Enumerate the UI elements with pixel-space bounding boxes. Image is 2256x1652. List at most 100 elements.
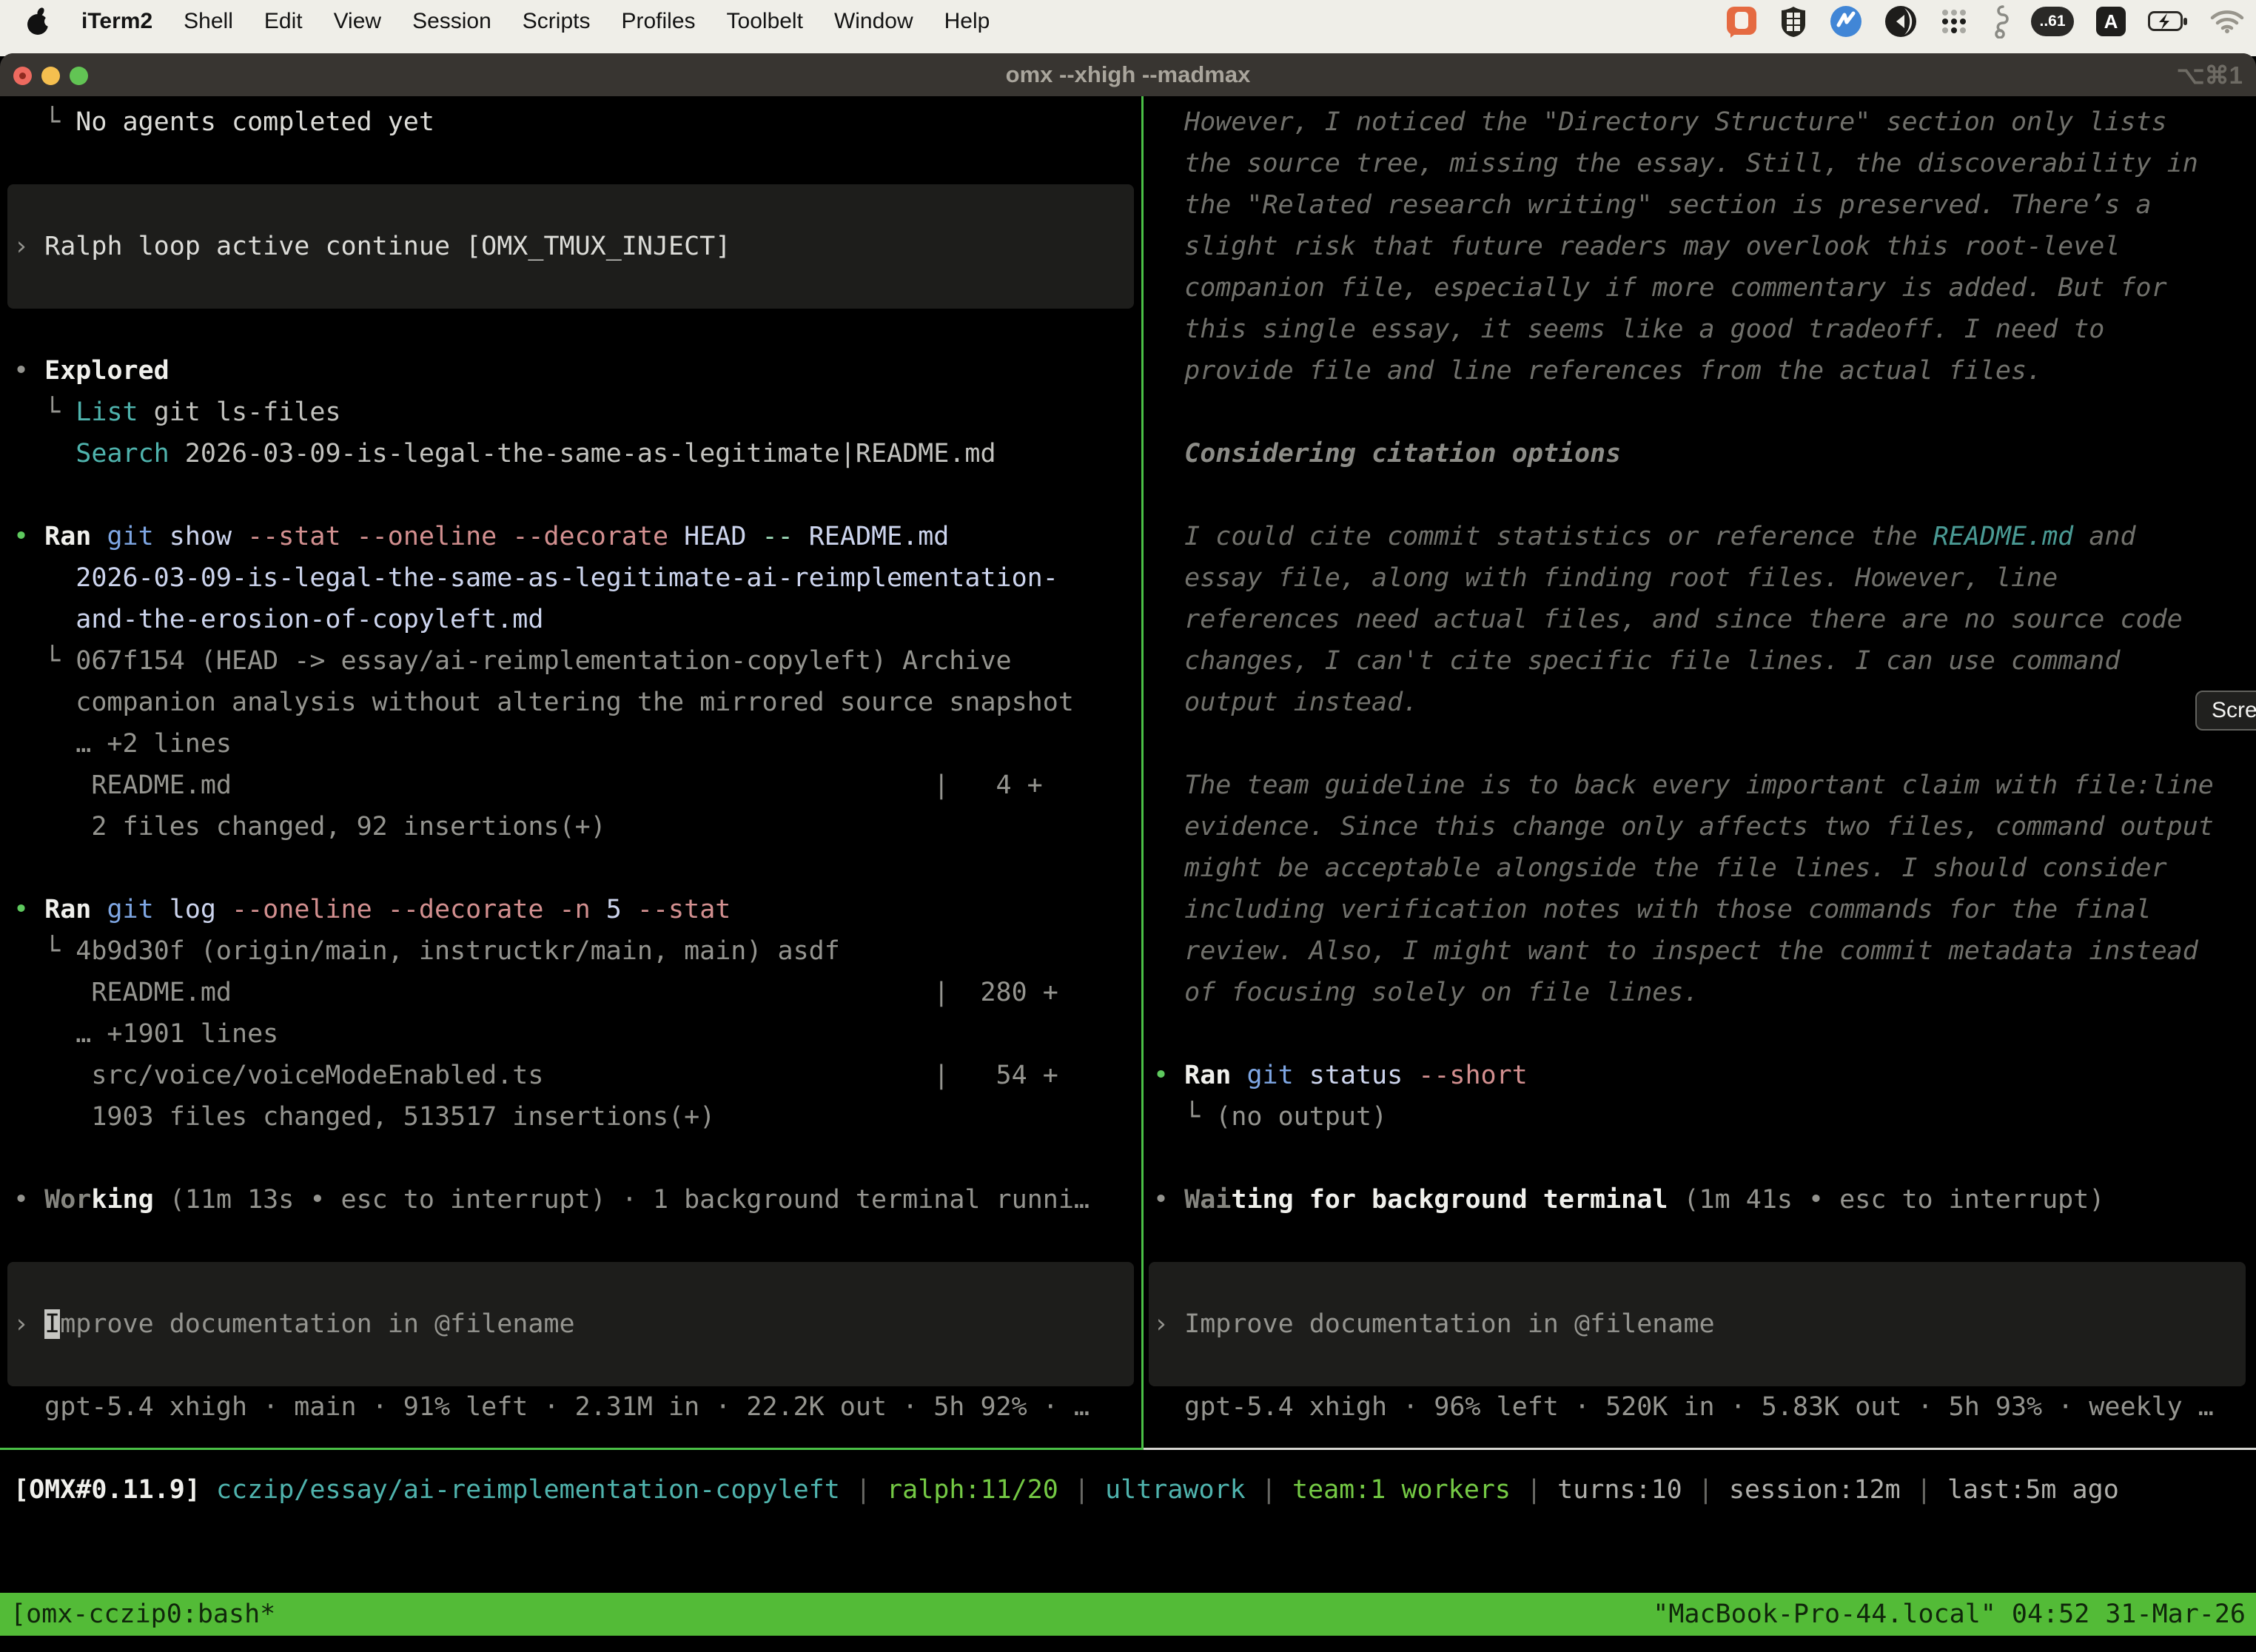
terminal-line: • Ran git show --stat --oneline --decora… (13, 516, 1138, 557)
terminal-line: the source tree, missing the essay. Stil… (1153, 143, 2255, 184)
terminal-line: references need actual files, and since … (1153, 599, 2255, 640)
terminal-line: … +1901 lines (13, 1013, 1138, 1055)
terminal-line: Search 2026-03-09-is-legal-the-same-as-l… (13, 433, 1138, 474)
terminal-line: and-the-erosion-of-copyleft.md (13, 599, 1138, 640)
left-pane-border (0, 1448, 1141, 1450)
terminal-line (13, 309, 1138, 350)
terminal-line: • Waiting for background terminal (1m 41… (1153, 1179, 2255, 1220)
terminal-line (1153, 1138, 2255, 1179)
terminal-line: evidence. Since this change only affects… (1153, 806, 2255, 847)
dots-grid-icon[interactable] (1939, 7, 1969, 36)
menu-item-shell[interactable]: Shell (184, 9, 233, 34)
menu-item-session[interactable]: Session (412, 9, 491, 34)
tmux-host-clock: "MacBook-Pro-44.local" 04:52 31-Mar-26 (1653, 1599, 2246, 1629)
window-title: omx --xhigh --madmax (0, 53, 2256, 96)
terminal-line (1153, 723, 2255, 765)
apple-menu-icon[interactable] (25, 7, 50, 36)
terminal-line: • Ran git log --oneline --decorate -n 5 … (13, 889, 1138, 930)
menu-item-profiles[interactable]: Profiles (621, 9, 695, 34)
terminal-line (13, 1345, 1138, 1386)
terminal-line: src/voice/voiceModeEnabled.ts | 54 + (13, 1055, 1138, 1096)
menu-item-help[interactable]: Help (944, 9, 990, 34)
terminal-line: › Ralph loop active continue [OMX_TMUX_I… (13, 226, 1138, 267)
terminal-line (13, 1138, 1138, 1179)
terminal-line (13, 474, 1138, 516)
terminal-line: companion file, especially if more comme… (1153, 267, 2255, 309)
terminal-line (13, 1220, 1138, 1262)
terminal-line: essay file, along with finding root file… (1153, 557, 2255, 599)
terminal-line (13, 184, 1138, 226)
terminal-line (13, 847, 1138, 889)
terminal-line: └ 4b9d30f (origin/main, instructkr/main,… (13, 930, 1138, 972)
terminal-line (13, 143, 1138, 184)
crescent-circle-icon[interactable] (1884, 5, 1917, 38)
terminal-line: └ No agents completed yet (13, 101, 1138, 143)
terminal-line: README.md | 4 + (13, 765, 1138, 806)
terminal-line: However, I noticed the "Directory Struct… (1153, 101, 2255, 143)
terminal-line: • Ran git status --short (1153, 1055, 2255, 1096)
keyboard-layout-icon[interactable]: A (2096, 7, 2126, 36)
terminal-line (1153, 1013, 2255, 1055)
terminal-line: 2026-03-09-is-legal-the-same-as-legitima… (13, 557, 1138, 599)
terminal-line: this single essay, it seems like a good … (1153, 309, 2255, 350)
terminal-line: The team guideline is to back every impo… (1153, 765, 2255, 806)
terminal-line: gpt-5.4 xhigh · 96% left · 520K in · 5.8… (1153, 1386, 2255, 1428)
terminal-line: slight risk that future readers may over… (1153, 226, 2255, 267)
terminal-line: Considering citation options (1153, 433, 2255, 474)
wifi-icon[interactable] (2210, 9, 2244, 34)
terminal-line: changes, I can't cite specific file line… (1153, 640, 2255, 682)
menu-bar: iTerm2 Shell Edit View Session Scripts Profile… (0, 0, 2256, 56)
terminal-line: … +2 lines (13, 723, 1138, 765)
terminal-line: README.md | 280 + (13, 972, 1138, 1013)
right-pane: However, I noticed the "Directory Struct… (1153, 101, 2255, 1428)
terminal-line: I could cite commit statistics or refere… (1153, 516, 2255, 557)
terminal-line (1153, 1220, 2255, 1262)
terminal-line: might be acceptable alongside the file l… (1153, 847, 2255, 889)
terminal-line: 1903 files changed, 513517 insertions(+) (13, 1096, 1138, 1138)
terminal-line: including verification notes with those … (1153, 889, 2255, 930)
terminal-line: provide file and line references from th… (1153, 350, 2255, 392)
menu-status-icons: ..61 A (1726, 0, 2244, 43)
terminal-line (1153, 1262, 2255, 1303)
battery-icon[interactable] (2148, 11, 2188, 32)
terminal-line: the "Related research writing" section i… (1153, 184, 2255, 226)
terminal-line (13, 1262, 1138, 1303)
menu-item-view[interactable]: View (334, 9, 381, 34)
terminal-line: └ (no output) (1153, 1096, 2255, 1138)
screenshot-app-icon[interactable] (1726, 5, 1757, 38)
bolt-circle-icon[interactable] (1830, 5, 1862, 38)
terminal-line (1153, 392, 2255, 433)
battery-percent-app-icon[interactable]: ..61 (2031, 7, 2074, 36)
terminal-line (1153, 1345, 2255, 1386)
terminal-line: of focusing solely on file lines. (1153, 972, 2255, 1013)
tmux-status-bar: [omx-cczip0:bash* "MacBook-Pro-44.local"… (0, 1593, 2256, 1636)
omx-status-line: [OMX#0.11.9] cczip/essay/ai-reimplementa… (13, 1469, 2119, 1511)
terminal-line: review. Also, I might want to inspect th… (1153, 930, 2255, 972)
menu-item-edit[interactable]: Edit (264, 9, 303, 34)
tmux-session-label: [omx-cczip0:bash* (10, 1599, 275, 1629)
left-pane: └ No agents completed yet › Ralph loop ac… (13, 101, 1138, 1428)
terminal-line: companion analysis without altering the … (13, 682, 1138, 723)
terminal-line: 2 files changed, 92 insertions(+) (13, 806, 1138, 847)
terminal-line: └ 067f154 (HEAD -> essay/ai-reimplementa… (13, 640, 1138, 682)
window-shortcut-badge: ⌥⌘1 (2177, 53, 2243, 96)
terminal-line (1153, 474, 2255, 516)
terminal-line: • Working (11m 13s • esc to interrupt) ·… (13, 1179, 1138, 1220)
menu-item-window[interactable]: Window (834, 9, 913, 34)
terminal-line: output instead. (1153, 682, 2255, 723)
terminal-line: gpt-5.4 xhigh · main · 91% left · 2.31M … (13, 1386, 1138, 1428)
menu-items: iTerm2 Shell Edit View Session Scripts Profile… (25, 0, 990, 43)
terminal-line: • Explored (13, 350, 1138, 392)
terminal-line: └ List git ls-files (13, 392, 1138, 433)
hook-squiggle-icon[interactable] (1991, 4, 2009, 38)
terminal-line (13, 267, 1138, 309)
right-pane-border (1144, 1448, 2256, 1450)
terminal-line: › Improve documentation in @filename (13, 1303, 1138, 1345)
screen-overlay-chip[interactable]: Scre (2195, 691, 2256, 731)
shield-grid-icon[interactable] (1779, 5, 1807, 38)
tmux-pane-divider[interactable] (1141, 96, 1144, 1450)
terminal-line: › Improve documentation in @filename (1153, 1303, 2255, 1345)
menu-item-toolbelt[interactable]: Toolbelt (727, 9, 803, 34)
menu-item-scripts[interactable]: Scripts (523, 9, 591, 34)
menu-item-iterm2[interactable]: iTerm2 (81, 9, 152, 34)
